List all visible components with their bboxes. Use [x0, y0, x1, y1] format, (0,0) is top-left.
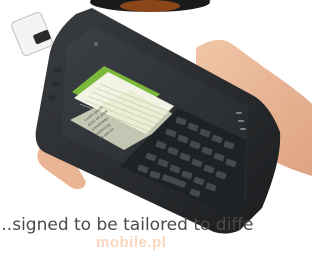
- watermark-logo: mobile.pl: [96, 234, 167, 251]
- card-reader: [11, 12, 53, 56]
- top-graphic-orange: [120, 0, 180, 12]
- camera-icon: [94, 42, 98, 46]
